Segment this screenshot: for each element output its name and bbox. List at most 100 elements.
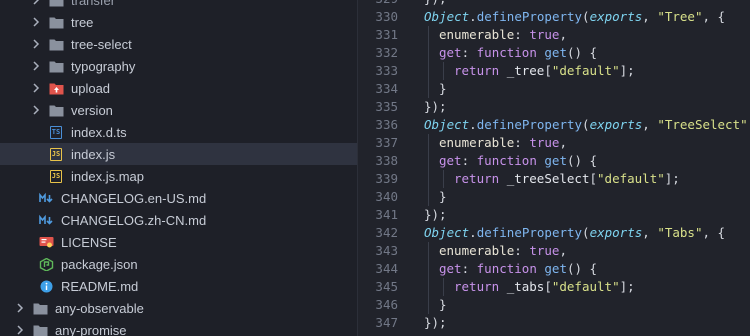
item-label: index.js.map — [71, 168, 144, 184]
line-number: 332 — [375, 45, 398, 60]
code-line[interactable]: 345 return _tabs["default"]; — [358, 278, 750, 296]
folder-item[interactable]: transfer — [0, 0, 357, 11]
code-text: }); — [424, 99, 447, 114]
item-label: upload — [71, 80, 111, 96]
item-label: version — [71, 102, 113, 118]
code-text: return _tabs["default"]; — [454, 279, 635, 294]
folder-item[interactable]: upload — [0, 77, 357, 99]
code-editor[interactable]: 329});330Object.defineProperty(exports, … — [358, 0, 750, 336]
folder-icon — [48, 37, 64, 51]
code-line[interactable]: 330 Object.defineProperty(exports, "Tree"… — [358, 8, 750, 26]
line-number: 329 — [358, 0, 398, 8]
code-line[interactable]: 335}); — [358, 98, 750, 116]
folder-icon — [32, 323, 48, 336]
code-line[interactable]: 342 Object.defineProperty(exports, "Tabs"… — [358, 224, 750, 242]
code-line[interactable]: 332 get: function get() { — [358, 44, 750, 62]
line-number: 339 — [375, 171, 398, 186]
code-line[interactable]: 338 get: function get() { — [358, 152, 750, 170]
code-text: get: function get() { — [439, 153, 598, 168]
item-label: package.json — [61, 256, 138, 272]
line-number: 331 — [375, 27, 398, 42]
code-line[interactable]: 346} — [358, 296, 750, 314]
item-label: any-promise — [55, 322, 127, 336]
code-line[interactable]: 329}); — [358, 0, 750, 8]
indent-guide — [428, 152, 429, 170]
chevron-right-icon[interactable] — [30, 33, 42, 55]
folder-icon — [48, 103, 64, 117]
info-file-icon — [38, 279, 54, 293]
item-label: CHANGELOG.zh-CN.md — [61, 212, 207, 228]
chevron-right-icon[interactable] — [30, 99, 42, 121]
code-text: get: function get() { — [439, 45, 598, 60]
chevron-right-icon[interactable] — [30, 77, 42, 99]
code-text: } — [439, 189, 447, 204]
code-text: return _treeSelect["default"]; — [454, 171, 680, 186]
chevron-right-icon[interactable] — [14, 297, 26, 319]
file-item[interactable]: TS index.d.ts — [0, 121, 357, 143]
folder-item[interactable]: tree-select — [0, 33, 357, 55]
folder-item[interactable]: any-observable — [0, 297, 357, 319]
item-label: any-observable — [55, 300, 144, 316]
javascript-map-file-icon: JS — [48, 169, 64, 183]
indent-guide — [428, 278, 429, 296]
file-type-badge: JS — [49, 147, 63, 161]
indent-guide — [443, 278, 444, 296]
code-text: }); — [424, 315, 447, 330]
code-line[interactable]: 341}); — [358, 206, 750, 224]
code-text: enumerable: true, — [439, 27, 567, 42]
typescript-file-icon: TS — [48, 125, 64, 139]
line-number: 346 — [375, 297, 398, 312]
line-number: 343 — [375, 243, 398, 258]
code-line[interactable]: 331 enumerable: true, — [358, 26, 750, 44]
markdown-file-icon — [38, 191, 54, 205]
code-line[interactable]: 347}); — [358, 314, 750, 332]
folder-icon — [32, 301, 48, 315]
chevron-right-icon[interactable] — [30, 0, 42, 11]
code-line[interactable]: 340} — [358, 188, 750, 206]
indent-guide — [428, 260, 429, 278]
code-line[interactable]: 337 enumerable: true, — [358, 134, 750, 152]
file-item[interactable]: CHANGELOG.en-US.md — [0, 187, 357, 209]
editor-window: transfer tree tree-select typography upload v… — [0, 0, 750, 336]
folder-icon — [48, 15, 64, 29]
chevron-right-icon[interactable] — [14, 319, 26, 336]
chevron-right-icon[interactable] — [30, 55, 42, 77]
code-line[interactable]: 334} — [358, 80, 750, 98]
code-text: return _tree["default"]; — [454, 63, 635, 78]
folder-item[interactable]: typography — [0, 55, 357, 77]
folder-item[interactable]: any-promise — [0, 319, 357, 336]
markdown-file-icon — [38, 213, 54, 227]
line-number: 333 — [375, 63, 398, 78]
folder-item[interactable]: version — [0, 99, 357, 121]
file-item[interactable]: LICENSE — [0, 231, 357, 253]
file-item[interactable]: CHANGELOG.zh-CN.md — [0, 209, 357, 231]
item-label: index.d.ts — [71, 124, 127, 140]
code-line[interactable]: 333 return _tree["default"]; — [358, 62, 750, 80]
code-line[interactable]: 339 return _treeSelect["default"]; — [358, 170, 750, 188]
code-line[interactable]: 336 Object.defineProperty(exports, "TreeS… — [358, 116, 750, 134]
indent-guide — [428, 62, 429, 80]
file-item[interactable]: README.md — [0, 275, 357, 297]
indent-guide — [428, 188, 429, 206]
line-number: 341 — [375, 207, 398, 222]
indent-guide — [428, 134, 429, 152]
folder-item[interactable]: tree — [0, 11, 357, 33]
file-item[interactable]: package.json — [0, 253, 357, 275]
folder-icon — [48, 59, 64, 73]
javascript-file-icon: JS — [48, 147, 64, 161]
chevron-right-icon[interactable] — [30, 11, 42, 33]
file-type-badge: JS — [49, 169, 63, 183]
file-item[interactable]: JS index.js — [0, 143, 357, 165]
code-text: } — [439, 81, 447, 96]
code-line[interactable]: 344 get: function get() { — [358, 260, 750, 278]
indent-guide — [443, 62, 444, 80]
indent-guide — [428, 44, 429, 62]
code-line[interactable]: 343 enumerable: true, — [358, 242, 750, 260]
code-text: Object.defineProperty(exports, "Tree", { — [424, 9, 726, 24]
code-text: Object.defineProperty(exports, "Tabs", { — [424, 225, 726, 240]
line-number: 338 — [375, 153, 398, 168]
item-label: README.md — [61, 278, 139, 294]
item-label: tree-select — [71, 36, 132, 52]
file-item[interactable]: JS index.js.map — [0, 165, 357, 187]
item-label: typography — [71, 58, 136, 74]
